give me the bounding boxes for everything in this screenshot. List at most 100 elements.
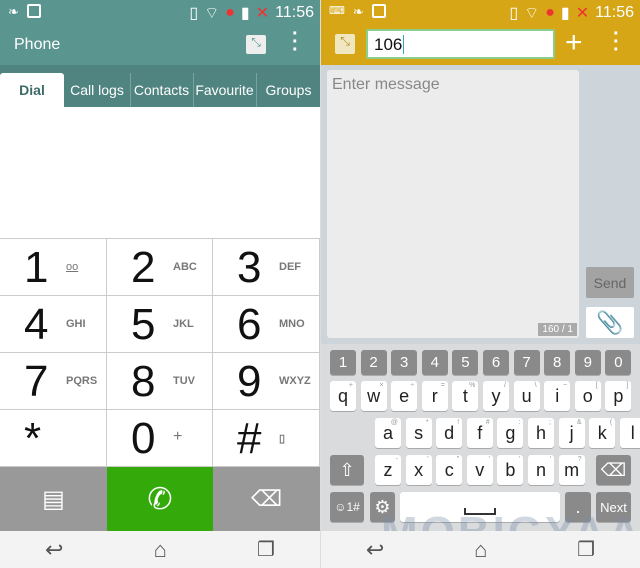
tab-call-logs[interactable]: Call logs [66, 73, 128, 107]
key-label: f [477, 422, 483, 443]
key-label: t [462, 385, 468, 406]
key-5[interactable]: 5 [452, 350, 479, 375]
shift-key[interactable]: ⇧ [330, 455, 364, 485]
key-4[interactable]: 4 [421, 350, 448, 375]
key-alt-label: \ [534, 382, 537, 389]
space-key[interactable] [400, 492, 560, 522]
dial-key-0[interactable]: 0 + [107, 410, 213, 467]
tab-groups[interactable]: Groups [256, 73, 320, 107]
key-alt-label: ( [609, 419, 613, 426]
key-q[interactable]: q + [330, 381, 356, 411]
key-h[interactable]: h; [528, 418, 554, 448]
minimize-window-button[interactable]: ⤡ [246, 35, 266, 54]
key-r[interactable]: r = [421, 381, 448, 411]
key-b[interactable]: b ' [497, 455, 524, 485]
dial-key-1[interactable]: 1 oo [0, 239, 107, 296]
settings-key[interactable]: ⚙ [370, 492, 395, 522]
dial-key-3[interactable]: 3 DEF [213, 239, 320, 296]
tab-favourites[interactable]: Favourite [193, 73, 255, 107]
phone-header: ❧ ▯ ⌔ ● ▮ ✕ 11:56 Phone ⤡ · · · [0, 0, 320, 65]
send-button[interactable]: Send [586, 267, 634, 298]
minimize-window-button[interactable]: ⤡ [335, 34, 355, 54]
attach-button[interactable]: 📎 [586, 307, 634, 338]
dial-key-5[interactable]: 5 JKL [107, 296, 213, 353]
key-n[interactable]: n ' [528, 455, 554, 485]
key-s[interactable]: s * [405, 418, 432, 448]
key-a[interactable]: a @ [375, 418, 401, 448]
signal-icon: ▮ [240, 4, 250, 22]
key-8[interactable]: 8 [544, 350, 571, 375]
key-label: 7 [522, 354, 531, 371]
recent-apps-button[interactable]: ❐ [577, 537, 595, 562]
key-p[interactable]: p] [605, 381, 632, 411]
key-9[interactable]: 9 [574, 350, 601, 375]
key-6[interactable]: 6 [483, 350, 509, 375]
dial-key-8[interactable]: 8 TUV [107, 353, 213, 410]
next-key[interactable]: Next [596, 492, 631, 522]
key-w[interactable]: w × [360, 381, 387, 411]
key-alt-label: * [425, 419, 429, 426]
key-label: k [597, 422, 607, 443]
key-x[interactable]: x ' [405, 455, 432, 485]
key-f[interactable]: f # [466, 418, 493, 448]
dial-digit: * [24, 414, 42, 463]
symbols-key[interactable]: ☺1# [330, 492, 364, 522]
key-e[interactable]: e ÷ [391, 381, 418, 411]
recipient-input[interactable]: 106 [366, 29, 555, 59]
key-k[interactable]: k( [589, 418, 616, 448]
key-t[interactable]: t% [452, 381, 479, 411]
tab-dial[interactable]: Dial [0, 73, 64, 107]
key-z[interactable]: z- [375, 455, 401, 485]
key-c[interactable]: c " [436, 455, 463, 485]
key-0[interactable]: 0 [605, 350, 632, 375]
key-m[interactable]: m? [558, 455, 585, 485]
message-input[interactable]: Enter message 160 / 1 [327, 70, 579, 338]
key-j[interactable]: j & [558, 418, 585, 448]
key-7[interactable]: 7 [513, 350, 540, 375]
key-label: Next [600, 499, 627, 515]
dial-key-9[interactable]: 9 WXYZ [213, 353, 320, 410]
keyboard: 1 2 3 4 5 6 7 8 9 0 q + w × e ÷ r = t% y / u \ i ~ o[p] a @ s * d! f # g:… [321, 344, 640, 531]
back-button[interactable]: ↩ [45, 537, 63, 563]
recent-apps-button[interactable]: ❐ [257, 537, 275, 562]
key-alt-label: ; [549, 419, 551, 426]
dial-key-2[interactable]: 2 ABC [107, 239, 213, 296]
dial-letters: WXYZ [279, 375, 311, 387]
key-label: 5 [461, 354, 470, 371]
dial-key-4[interactable]: 4 GHI [0, 296, 107, 353]
delete-button[interactable]: ⌫ [213, 467, 320, 531]
key-u[interactable]: u \ [513, 381, 540, 411]
key-label: w [367, 385, 381, 406]
more-options-button[interactable]: · · · [292, 24, 299, 60]
dial-letters: MNO [279, 318, 305, 330]
key-label: y [491, 385, 501, 406]
dial-key-7[interactable]: 7 PQRS [0, 353, 107, 410]
more-options-button[interactable]: · · · [613, 24, 620, 60]
dial-key-star[interactable]: * [0, 410, 107, 467]
call-button[interactable]: ✆ [107, 467, 213, 531]
add-recipient-button[interactable]: + [565, 26, 583, 60]
tab-contacts[interactable]: Contacts [130, 73, 192, 107]
key-label: i [555, 385, 560, 406]
message-button[interactable]: ▤ [0, 467, 107, 531]
key-alt-label: / [504, 382, 506, 389]
key-1[interactable]: 1 [330, 350, 356, 375]
key-y[interactable]: y / [483, 381, 509, 411]
backspace-key[interactable]: ⌫ [596, 455, 631, 485]
key-3[interactable]: 3 [391, 350, 418, 375]
back-button[interactable]: ↩ [366, 537, 384, 563]
key-i[interactable]: i ~ [544, 381, 571, 411]
key-g[interactable]: g: [497, 418, 524, 448]
dial-key-6[interactable]: 6 MNO [213, 296, 320, 353]
clock: 11:56 [275, 3, 314, 21]
key-d[interactable]: d! [436, 418, 463, 448]
period-key[interactable]: . [565, 492, 591, 522]
home-button[interactable]: ⌂ [474, 537, 487, 563]
key-o[interactable]: o[ [574, 381, 601, 411]
key-label: g [505, 422, 516, 443]
key-v[interactable]: v ' [466, 455, 493, 485]
home-button[interactable]: ⌂ [154, 537, 167, 563]
key-l[interactable]: l) [619, 418, 640, 448]
key-2[interactable]: 2 [360, 350, 387, 375]
dial-key-hash[interactable]: # ▯ [213, 410, 320, 467]
